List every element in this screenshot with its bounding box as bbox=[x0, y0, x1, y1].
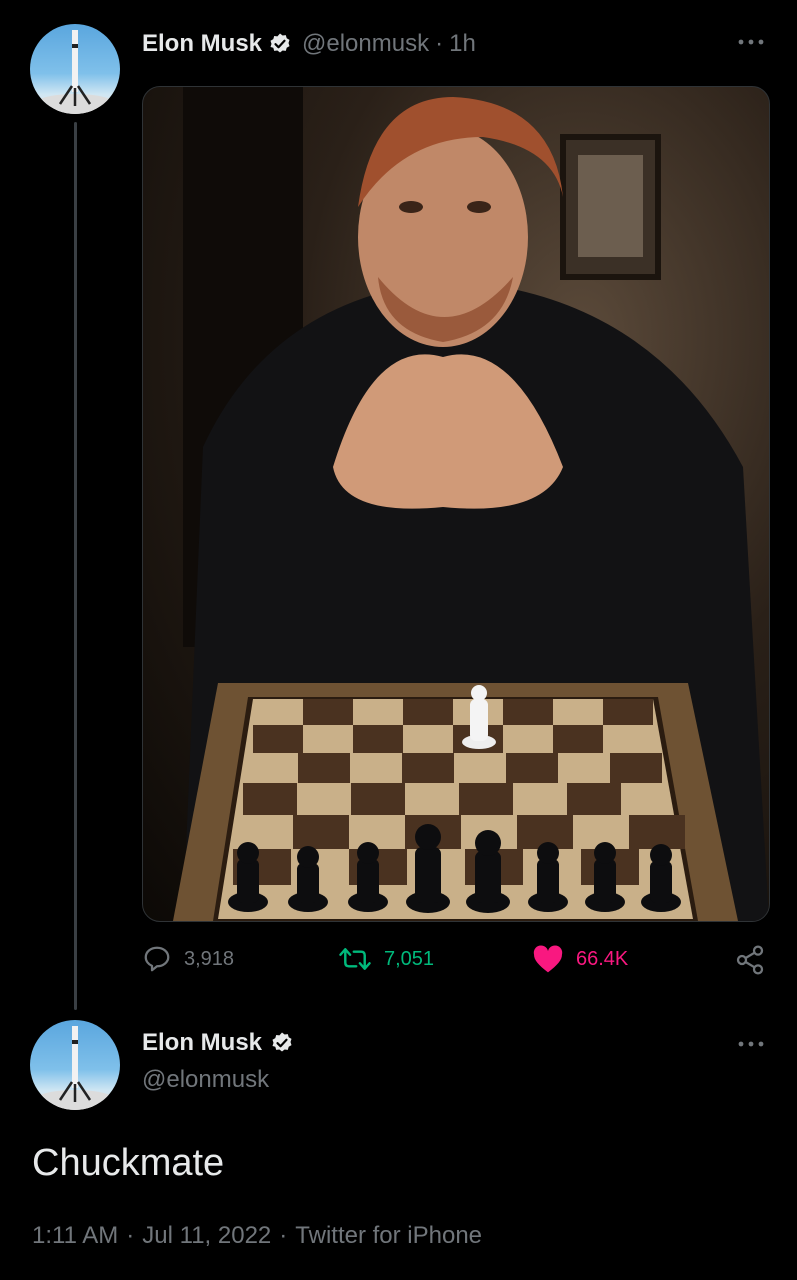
thread-connector-line bbox=[74, 122, 77, 1010]
author-handle[interactable]: @elonmusk bbox=[142, 1066, 269, 1094]
reply-button[interactable]: 3,918 bbox=[142, 944, 234, 974]
tweet-metadata: 1:11 AM · Jul 11, 2022 · Twitter for iPh… bbox=[32, 1222, 482, 1250]
verified-badge-icon bbox=[270, 33, 290, 53]
share-button[interactable] bbox=[734, 944, 766, 976]
author-name[interactable]: Elon Musk bbox=[142, 30, 262, 58]
retweet-count: 7,051 bbox=[384, 948, 435, 970]
avatar[interactable] bbox=[30, 1020, 120, 1110]
tweet-text: Chuckmate bbox=[32, 1142, 225, 1184]
chessboard-squares bbox=[218, 699, 693, 919]
like-count: 66.4K bbox=[576, 948, 629, 970]
reply-count: 3,918 bbox=[184, 948, 235, 970]
more-options-icon[interactable] bbox=[736, 1032, 766, 1060]
retweet-icon bbox=[339, 948, 371, 970]
chess-photo bbox=[173, 87, 769, 921]
avatar[interactable] bbox=[30, 24, 120, 114]
tweet-time[interactable]: 1:11 AM bbox=[32, 1222, 118, 1250]
rocket-avatar-image bbox=[35, 1026, 115, 1110]
tweet-author: Elon Musk bbox=[142, 1026, 294, 1060]
reply-icon bbox=[144, 946, 170, 972]
tweet-header: Elon Musk @elonmusk · 1h bbox=[142, 28, 476, 60]
tweet-source[interactable]: Twitter for iPhone bbox=[295, 1222, 482, 1250]
verified-badge-icon bbox=[272, 1032, 292, 1052]
more-options-icon[interactable] bbox=[736, 30, 766, 58]
timestamp[interactable]: 1h bbox=[449, 30, 476, 58]
separator-dot: · bbox=[126, 1222, 135, 1249]
share-icon bbox=[736, 945, 764, 975]
separator-dot: · bbox=[279, 1222, 288, 1249]
author-name[interactable]: Elon Musk bbox=[142, 1029, 262, 1057]
rocket-avatar-image bbox=[35, 30, 115, 114]
separator-dot: · bbox=[435, 30, 444, 57]
retweet-button[interactable]: 7,051 bbox=[338, 944, 434, 974]
tweet-actions-bar: 3,918 7,051 66.4K bbox=[142, 944, 772, 980]
author-handle[interactable]: @elonmusk bbox=[302, 30, 429, 58]
like-button[interactable]: 66.4K bbox=[532, 944, 628, 974]
tweet-media-image[interactable] bbox=[142, 86, 770, 922]
tweet-date[interactable]: Jul 11, 2022 bbox=[142, 1222, 271, 1250]
heart-icon bbox=[533, 945, 563, 973]
